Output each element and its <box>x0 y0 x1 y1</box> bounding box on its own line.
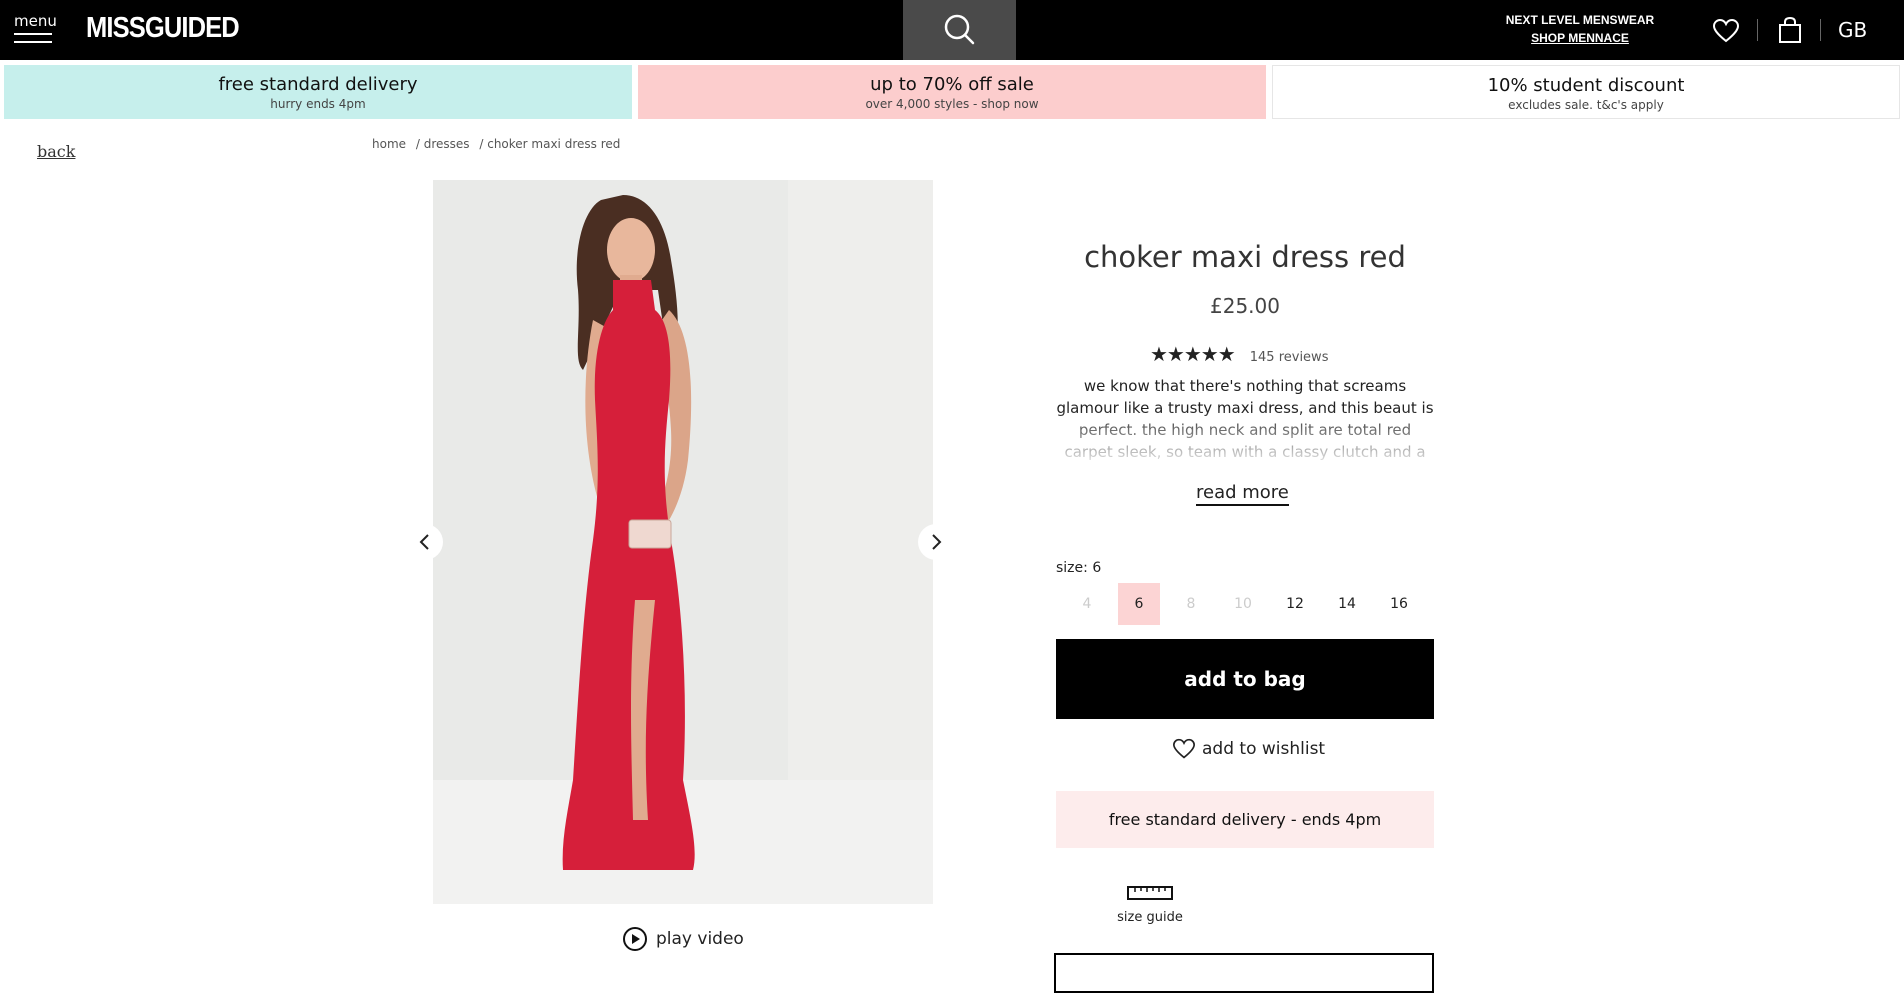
play-video-button[interactable]: play video <box>622 926 744 952</box>
promo-title: up to 70% off sale <box>870 74 1034 95</box>
product-title: choker maxi dress red <box>1084 240 1406 274</box>
header-divider <box>1757 19 1758 41</box>
promo-free-delivery[interactable]: free standard delivery hurry ends 4pm <box>4 65 632 119</box>
ruler-icon <box>1127 886 1173 900</box>
promo-student-discount[interactable]: 10% student discount excludes sale. t&c'… <box>1272 65 1900 119</box>
breadcrumb: home / dresses / choker maxi dress red <box>372 137 626 151</box>
size-label: size: 6 <box>1056 560 1102 576</box>
play-video-label: play video <box>656 929 744 949</box>
product-rating: ★★★★★ 145 reviews <box>1150 342 1328 366</box>
breadcrumb-current: / choker maxi dress red <box>479 137 621 151</box>
size-guide-label: size guide <box>1117 910 1183 925</box>
delivery-banner: free standard delivery - ends 4pm <box>1056 791 1434 848</box>
size-option-14[interactable]: 14 <box>1326 583 1368 625</box>
reviews-link[interactable]: 145 reviews <box>1250 350 1329 365</box>
promo-sale[interactable]: up to 70% off sale over 4,000 styles - s… <box>638 65 1266 119</box>
add-to-wishlist-label: add to wishlist <box>1202 739 1326 759</box>
product-price: £25.00 <box>1210 294 1280 318</box>
chevron-left-icon <box>419 534 429 550</box>
size-option-8[interactable]: 8 <box>1170 583 1212 625</box>
menu-label: menu <box>14 12 57 30</box>
menswear-title: NEXT LEVEL MENSWEAR <box>1505 13 1655 27</box>
wishlist-button[interactable] <box>1712 18 1740 44</box>
size-option-4[interactable]: 4 <box>1066 583 1108 625</box>
gallery-prev-button[interactable] <box>407 524 443 560</box>
add-to-wishlist-button[interactable]: add to wishlist <box>1172 738 1325 760</box>
product-image[interactable] <box>433 180 933 904</box>
size-option-16[interactable]: 16 <box>1378 583 1420 625</box>
add-to-bag-button[interactable]: add to bag <box>1056 639 1434 719</box>
breadcrumb-home[interactable]: home <box>372 137 406 151</box>
region-selector[interactable]: GB <box>1838 18 1867 42</box>
read-more-link[interactable]: read more <box>1196 482 1289 506</box>
search-button[interactable] <box>903 0 1016 60</box>
product-description: we know that there's nothing that scream… <box>1056 377 1434 461</box>
secondary-action-box[interactable] <box>1054 953 1434 993</box>
promo-subtitle: over 4,000 styles - shop now <box>865 97 1039 111</box>
menu-button[interactable]: menu <box>14 10 57 46</box>
star-rating-icon: ★★★★★ <box>1150 342 1236 366</box>
gallery-next-button[interactable] <box>918 524 954 560</box>
heart-icon <box>1712 18 1740 43</box>
play-icon <box>623 927 647 951</box>
promo-title: 10% student discount <box>1487 75 1685 96</box>
bag-icon <box>1779 16 1801 43</box>
heart-icon <box>1172 738 1196 759</box>
logo[interactable]: MISSGUIDED <box>86 12 240 45</box>
size-guide-button[interactable]: size guide <box>1116 884 1184 925</box>
header-divider <box>1820 19 1821 41</box>
search-icon <box>944 14 975 45</box>
size-option-10[interactable]: 10 <box>1222 583 1264 625</box>
promo-title: free standard delivery <box>218 74 418 95</box>
menu-icon-line <box>14 41 52 43</box>
bag-button[interactable] <box>1776 16 1804 44</box>
promo-subtitle: excludes sale. t&c's apply <box>1508 98 1664 112</box>
chevron-right-icon <box>932 534 942 550</box>
shop-mennace-link[interactable]: SHOP MENNACE <box>1490 31 1670 45</box>
back-link[interactable]: back <box>37 142 75 161</box>
size-option-6[interactable]: 6 <box>1118 583 1160 625</box>
size-option-12[interactable]: 12 <box>1274 583 1316 625</box>
menswear-promo: NEXT LEVEL MENSWEAR SHOP MENNACE <box>1490 13 1670 45</box>
promo-subtitle: hurry ends 4pm <box>270 97 366 111</box>
menu-icon <box>14 33 52 35</box>
model-photo <box>433 180 933 904</box>
breadcrumb-dresses[interactable]: / dresses <box>416 137 470 151</box>
